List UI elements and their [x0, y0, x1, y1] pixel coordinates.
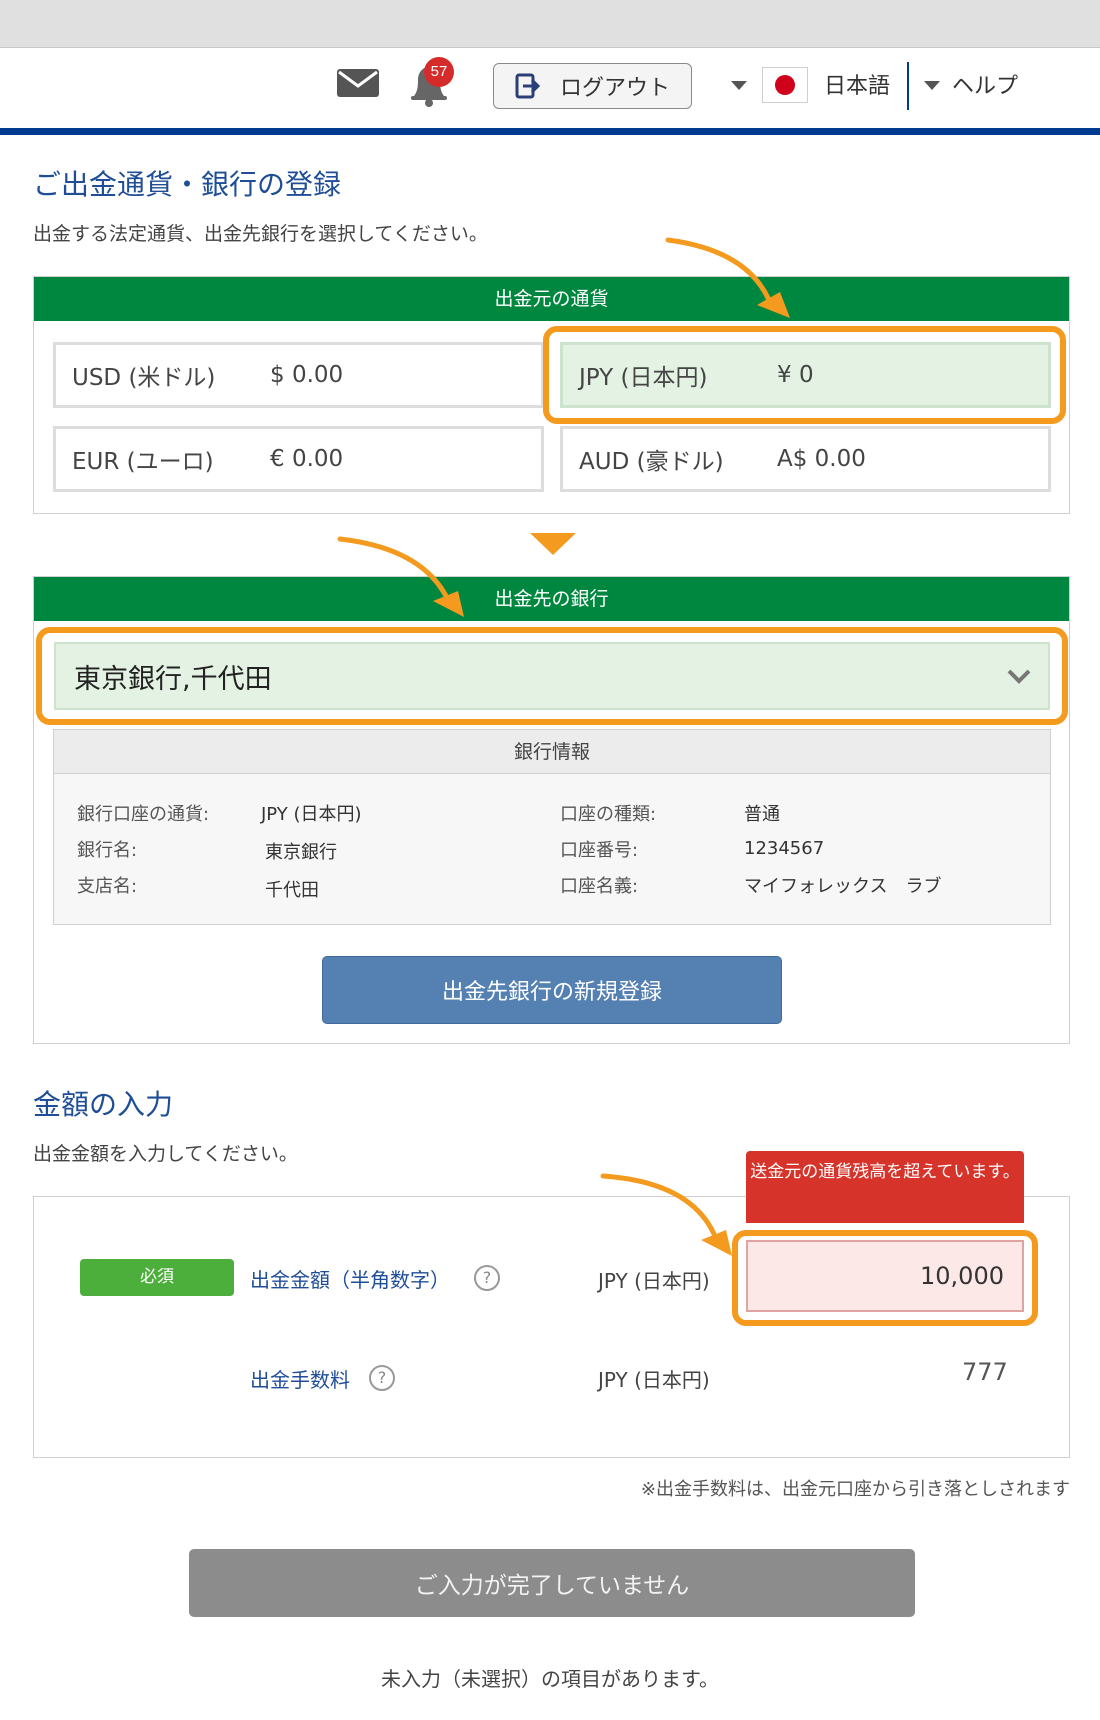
bank-info-value: 東京銀行 — [265, 842, 337, 863]
language-selector[interactable]: 日本語 — [824, 68, 890, 100]
bank-info-value: 1234567 — [744, 838, 825, 859]
highlight-frame-amount — [732, 1230, 1038, 1326]
source-currency-header: 出金元の通貨 — [34, 277, 1069, 321]
highlight-frame-currency — [543, 326, 1066, 424]
submit-button-disabled[interactable]: ご入力が完了していません — [189, 1549, 915, 1617]
bank-info-label: 支店名: — [77, 876, 138, 897]
browser-top-strip — [0, 0, 1100, 48]
bank-info-label: 銀行名: — [77, 840, 138, 861]
help-link[interactable]: ヘルプ — [952, 68, 1018, 100]
amount-section-title: 金額の入力 — [33, 1088, 174, 1121]
currency-balance: $ 0.00 — [270, 362, 344, 388]
mail-icon[interactable] — [336, 67, 380, 99]
help-question-icon[interactable]: ? — [369, 1365, 395, 1391]
japan-flag-icon[interactable] — [762, 67, 808, 103]
error-tooltip: 送金元の通貨残高を超えています。 — [746, 1151, 1024, 1223]
bank-info-label: 口座の種類: — [560, 804, 657, 825]
currency-code: AUD (豪ドル) — [579, 449, 724, 475]
required-badge: 必須 — [80, 1259, 234, 1296]
logout-label: ログアウト — [560, 76, 671, 101]
currency-option-usd[interactable]: USD (米ドル) $ 0.00 — [53, 342, 544, 408]
currency-balance: A$ 0.00 — [777, 446, 866, 472]
logout-icon — [515, 73, 541, 99]
page-subtitle: 出金する法定通貨、出金先銀行を選択してください。 — [33, 223, 488, 245]
bank-info-value: マイフォレックス ラブ — [744, 876, 942, 897]
page-title: ご出金通貨・銀行の登録 — [33, 168, 342, 201]
register-new-bank-button[interactable]: 出金先銀行の新規登録 — [322, 956, 782, 1024]
bank-info-value: JPY (日本円) — [261, 804, 362, 825]
fee-label: 出金手数料 — [250, 1368, 350, 1392]
header-divider — [907, 62, 909, 110]
logout-button[interactable]: ログアウト — [493, 63, 692, 109]
currency-balance: € 0.00 — [270, 446, 344, 472]
bank-info-label: 口座番号: — [560, 840, 639, 861]
currency-code: USD (米ドル) — [72, 365, 216, 391]
bank-info-label: 口座名義: — [560, 876, 639, 897]
header-accent-line — [0, 128, 1100, 135]
caret-down-icon[interactable] — [924, 81, 940, 90]
fee-currency-label: JPY (日本円) — [598, 1368, 710, 1392]
bank-info-header: 銀行情報 — [54, 730, 1050, 774]
fee-value: 777 — [962, 1358, 1008, 1386]
amount-label: 出金金額（半角数字） — [250, 1268, 450, 1292]
bank-info-value: 普通 — [744, 804, 780, 825]
fee-note: ※出金手数料は、出金元口座から引き落としされます — [640, 1479, 1070, 1500]
amount-currency-label: JPY (日本円) — [598, 1269, 710, 1293]
bank-info-label: 銀行口座の通貨: — [77, 804, 210, 825]
help-question-icon[interactable]: ? — [474, 1265, 500, 1291]
bank-header: 出金先の銀行 — [34, 577, 1069, 621]
bank-info-box: 銀行情報 銀行口座の通貨: JPY (日本円) 銀行名: 東京銀行 支店名: 千… — [53, 729, 1051, 925]
incomplete-message: 未入力（未選択）の項目があります。 — [381, 1667, 719, 1691]
currency-option-aud[interactable]: AUD (豪ドル) A$ 0.00 — [560, 426, 1051, 492]
step-down-arrow — [530, 533, 576, 555]
bank-info-value: 千代田 — [265, 880, 319, 901]
notification-count-badge: 57 — [424, 57, 454, 87]
highlight-frame-bank — [36, 627, 1068, 725]
amount-section-subtitle: 出金金額を入力してください。 — [33, 1143, 298, 1165]
currency-option-eur[interactable]: EUR (ユーロ) € 0.00 — [53, 426, 544, 492]
caret-down-icon[interactable] — [731, 81, 747, 90]
currency-code: EUR (ユーロ) — [72, 449, 214, 475]
